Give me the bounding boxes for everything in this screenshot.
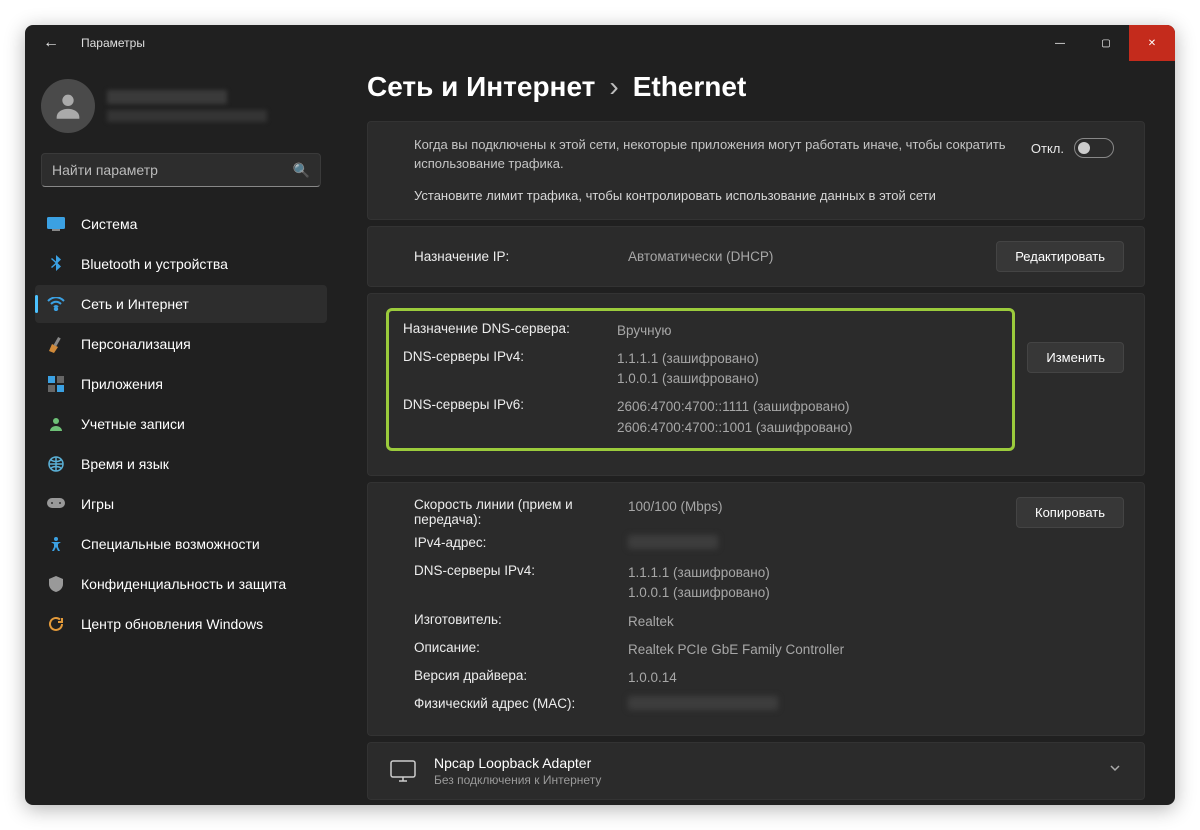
dns-highlight: Назначение DNS-сервера: Вручную DNS-серв…	[386, 308, 1015, 451]
sidebar-item-label: Сеть и Интернет	[81, 296, 189, 312]
window-title: Параметры	[81, 36, 145, 50]
adapter-row[interactable]: Npcap Loopback Adapter Без подключения к…	[367, 742, 1145, 800]
user-account-row[interactable]	[35, 71, 327, 147]
metered-toggle-label: Откл.	[1031, 141, 1064, 156]
dns-ipv4-value: 1.1.1.1 (зашифровано)1.0.0.1 (зашифрован…	[617, 349, 1002, 390]
copy-button[interactable]: Копировать	[1016, 497, 1124, 528]
driver-label: Версия драйвера:	[414, 668, 614, 688]
monitor-icon	[390, 760, 416, 782]
breadcrumb-parent[interactable]: Сеть и Интернет	[367, 71, 595, 103]
wifi-icon	[47, 295, 65, 313]
driver-value: 1.0.0.14	[628, 668, 1002, 688]
sidebar-item-personalization[interactable]: Персонализация	[35, 325, 327, 363]
details-panel: Скорость линии (прием и передача): 100/1…	[367, 482, 1145, 736]
sidebar-item-network[interactable]: Сеть и Интернет	[35, 285, 327, 323]
sidebar-item-label: Система	[81, 216, 137, 232]
sidebar: 🔍 Система Bluetooth и устройства Сеть и …	[25, 61, 337, 805]
main-content: Сеть и Интернет › Ethernet Когда вы подк…	[337, 61, 1175, 805]
change-dns-button[interactable]: Изменить	[1027, 342, 1124, 373]
breadcrumb-separator: ›	[609, 71, 618, 103]
dns-panel: Назначение DNS-сервера: Вручную DNS-серв…	[367, 293, 1145, 476]
ip-assignment-panel: Назначение IP: Автоматически (DHCP) Реда…	[367, 226, 1145, 287]
sidebar-item-system[interactable]: Система	[35, 205, 327, 243]
mac-label: Физический адрес (MAC):	[414, 696, 614, 716]
ipv4addr-label: IPv4-адрес:	[414, 535, 614, 555]
dns-ipv6-value: 2606:4700:4700::1111 (зашифровано)2606:4…	[617, 397, 1002, 438]
speed-label: Скорость линии (прием и передача):	[414, 497, 614, 527]
chevron-down-icon	[1108, 761, 1122, 780]
shield-icon	[47, 575, 65, 593]
sidebar-item-privacy[interactable]: Конфиденциальность и защита	[35, 565, 327, 603]
dns4-value: 1.1.1.1 (зашифровано)1.0.0.1 (зашифрован…	[628, 563, 1002, 604]
sidebar-item-label: Игры	[81, 496, 114, 512]
dns-assign-value: Вручную	[617, 321, 1002, 341]
description-value: Realtek PCIe GbE Family Controller	[628, 640, 1002, 660]
sidebar-item-label: Центр обновления Windows	[81, 616, 263, 632]
sidebar-item-accounts[interactable]: Учетные записи	[35, 405, 327, 443]
titlebar: ← Параметры ― ▢ ✕	[25, 25, 1175, 61]
user-name-redacted	[107, 90, 267, 122]
system-icon	[47, 215, 65, 233]
apps-icon	[47, 375, 65, 393]
sidebar-item-label: Конфиденциальность и защита	[81, 576, 286, 592]
metered-panel: Когда вы подключены к этой сети, некотор…	[367, 121, 1145, 220]
dns-ipv6-label: DNS-серверы IPv6:	[403, 397, 603, 438]
edit-ip-button[interactable]: Редактировать	[996, 241, 1124, 272]
sidebar-item-label: Персонализация	[81, 336, 191, 352]
sidebar-nav: Система Bluetooth и устройства Сеть и Ин…	[35, 205, 327, 643]
ip-value: Автоматически (DHCP)	[628, 249, 996, 264]
sidebar-item-label: Bluetooth и устройства	[81, 256, 228, 272]
sidebar-item-label: Приложения	[81, 376, 163, 392]
sidebar-item-label: Специальные возможности	[81, 536, 260, 552]
back-button[interactable]: ←	[43, 34, 59, 52]
close-button[interactable]: ✕	[1129, 25, 1175, 61]
settings-window: ← Параметры ― ▢ ✕ 🔍	[25, 25, 1175, 805]
page-title: Ethernet	[633, 71, 747, 103]
sidebar-item-bluetooth[interactable]: Bluetooth и устройства	[35, 245, 327, 283]
mac-value	[628, 696, 1002, 716]
window-controls: ― ▢ ✕	[1037, 25, 1175, 61]
gamepad-icon	[47, 495, 65, 513]
maximize-button[interactable]: ▢	[1083, 25, 1129, 61]
update-icon	[47, 615, 65, 633]
metered-toggle[interactable]	[1074, 138, 1114, 158]
brush-icon	[47, 335, 65, 353]
accessibility-icon	[47, 535, 65, 553]
manufacturer-label: Изготовитель:	[414, 612, 614, 632]
ip-label: Назначение IP:	[414, 249, 614, 264]
adapter-subtitle: Без подключения к Интернету	[434, 773, 601, 787]
speed-value: 100/100 (Mbps)	[628, 497, 1002, 527]
dns4-label: DNS-серверы IPv4:	[414, 563, 614, 604]
person-icon	[47, 415, 65, 433]
dns-ipv4-label: DNS-серверы IPv4:	[403, 349, 603, 390]
manufacturer-value: Realtek	[628, 612, 1002, 632]
bluetooth-icon	[47, 255, 65, 273]
sidebar-item-label: Учетные записи	[81, 416, 185, 432]
breadcrumb: Сеть и Интернет › Ethernet	[367, 71, 1145, 103]
avatar	[41, 79, 95, 133]
description-label: Описание:	[414, 640, 614, 660]
metered-description: Когда вы подключены к этой сети, некотор…	[414, 136, 1017, 174]
sidebar-item-label: Время и язык	[81, 456, 169, 472]
minimize-button[interactable]: ―	[1037, 25, 1083, 61]
sidebar-item-gaming[interactable]: Игры	[35, 485, 327, 523]
globe-clock-icon	[47, 455, 65, 473]
limit-text: Установите лимит трафика, чтобы контроли…	[414, 188, 1114, 203]
sidebar-item-time-language[interactable]: Время и язык	[35, 445, 327, 483]
ipv4addr-value	[628, 535, 1002, 555]
sidebar-item-update[interactable]: Центр обновления Windows	[35, 605, 327, 643]
search-icon: 🔍	[293, 162, 310, 179]
search-input[interactable]	[52, 162, 293, 178]
adapter-title: Npcap Loopback Adapter	[434, 755, 601, 771]
search-box[interactable]: 🔍	[41, 153, 321, 187]
sidebar-item-apps[interactable]: Приложения	[35, 365, 327, 403]
dns-assign-label: Назначение DNS-сервера:	[403, 321, 603, 341]
sidebar-item-accessibility[interactable]: Специальные возможности	[35, 525, 327, 563]
